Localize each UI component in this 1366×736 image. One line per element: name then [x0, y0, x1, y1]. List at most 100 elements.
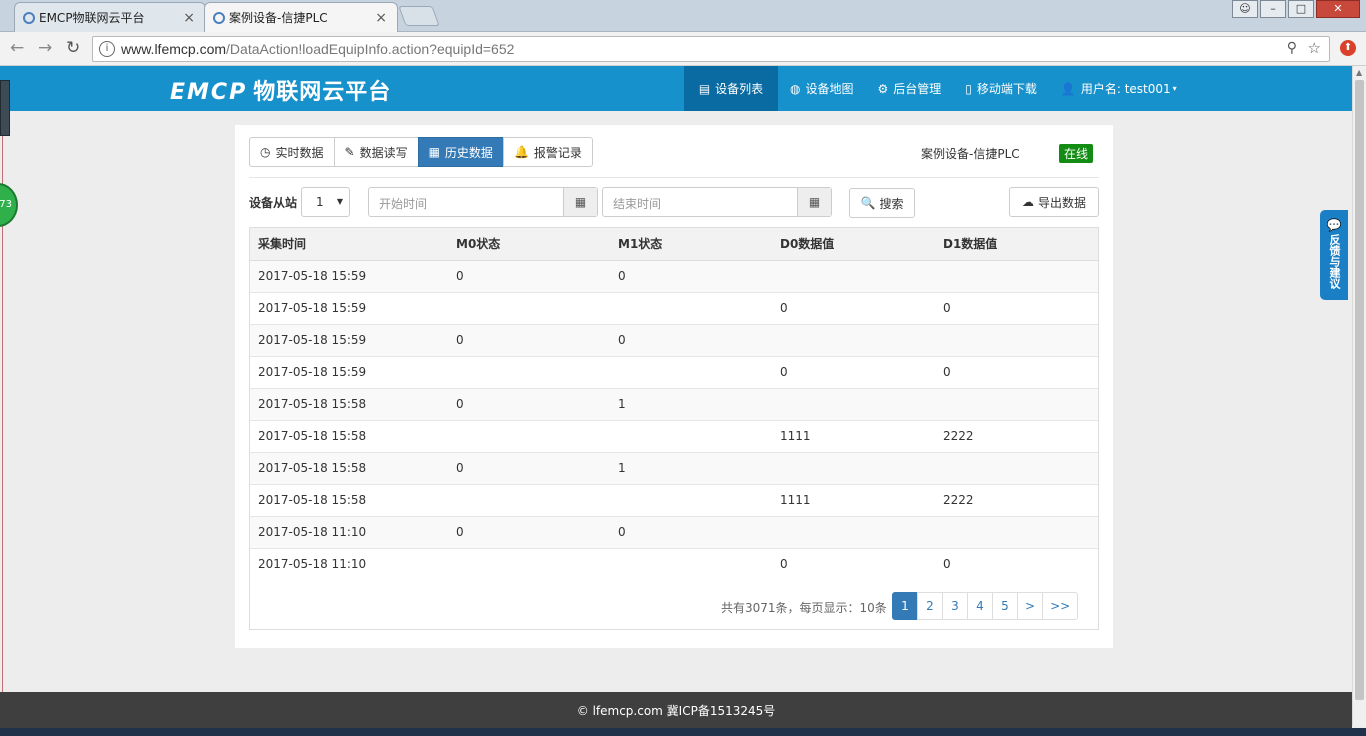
status-badge: 在线 [1059, 144, 1094, 163]
user-icon: 👤 [1060, 81, 1076, 96]
table-cell [772, 451, 935, 484]
table-cell [610, 419, 772, 452]
export-data-button[interactable]: ☁ 导出数据 [1009, 187, 1099, 217]
table-cell: 2222 [935, 419, 1098, 452]
site-footer: © lfemcp.com 冀ICP备1513245号 [0, 692, 1352, 728]
page-link[interactable]: 2 [917, 592, 943, 620]
info-icon[interactable]: i [99, 41, 115, 57]
user-icon[interactable]: ☺ [1232, 0, 1258, 18]
table-cell [935, 515, 1098, 548]
minimize-icon[interactable]: – [1260, 0, 1286, 18]
bell-icon: 🔔 [513, 145, 529, 159]
feedback-button[interactable]: 💬 反馈与建议 [1320, 210, 1348, 300]
browser-tab-strip: EMCP物联网云平台 × 案例设备-信捷PLC × ☺ – □ ✕ [0, 0, 1366, 32]
page-link[interactable]: >> [1042, 592, 1079, 620]
side-toolbar[interactable] [0, 80, 10, 136]
table-cell: 2017-05-18 15:58 [250, 387, 448, 420]
tab-realtime-data[interactable]: ◷ 实时数据 [249, 137, 335, 167]
close-icon[interactable]: × [375, 10, 387, 26]
side-float-badge[interactable]: 73 [0, 183, 18, 227]
browser-tab-emcp[interactable]: EMCP物联网云平台 × [14, 2, 206, 32]
chat-bubble-icon: 💬 [1326, 218, 1342, 232]
scroll-thumb[interactable] [1355, 80, 1364, 700]
zoom-icon[interactable]: ⚲ [1287, 40, 1297, 56]
pagination: 1 2 3 4 5 > >> [892, 592, 1079, 620]
scroll-up-icon[interactable]: ▲ [1356, 68, 1362, 77]
tab-alarm-records[interactable]: 🔔 报警记录 [502, 137, 593, 167]
new-tab-button[interactable] [398, 6, 440, 26]
copyright-icon: © [576, 704, 589, 718]
page-link[interactable]: > [1017, 592, 1044, 620]
table-cell: 1111 [772, 483, 935, 516]
reload-icon[interactable]: ↻ [66, 38, 80, 58]
pagination-summary: 共有3071条，每页显示：10条 [721, 601, 887, 615]
tab-data-readwrite[interactable]: ✎ 数据读写 [333, 137, 419, 167]
url-text: www.lfemcp.com/DataAction!loadEquipInfo.… [121, 41, 515, 57]
tab-history-data[interactable]: ▦ 历史数据 [417, 137, 504, 167]
extension-icon[interactable]: ⬆ [1340, 40, 1356, 56]
table-cell [935, 451, 1098, 484]
url-input[interactable]: i www.lfemcp.com/DataAction!loadEquipInf… [92, 36, 1330, 62]
footer-text: lfemcp.com 冀ICP备1513245号 [592, 704, 776, 718]
close-icon[interactable]: × [183, 10, 195, 26]
main-nav: ▤ 设备列表 ◍ 设备地图 ⚙ 后台管理 ▯ 移动端下载 👤 用户名: test… [684, 66, 1189, 111]
pencil-icon: ✎ [344, 145, 355, 159]
table-row: 2017-05-18 15:58 1111 2222 [250, 419, 1098, 452]
table-cell: 2017-05-18 11:10 [250, 515, 448, 548]
nav-user-menu[interactable]: 👤 用户名: test001 ▾ [1049, 66, 1189, 111]
table-cell: 0 [772, 547, 935, 580]
site-header: EMCP 物联网云平台 ▤ 设备列表 ◍ 设备地图 ⚙ 后台管理 ▯ 移动端下载 … [0, 66, 1352, 111]
caret-down-icon: ▼ [336, 197, 343, 206]
start-time-input[interactable]: 开始时间 ▦ [368, 187, 598, 217]
browser-tab-device[interactable]: 案例设备-信捷PLC × [204, 2, 398, 32]
table-row: 2017-05-18 15:59 0 0 [250, 291, 1098, 324]
window-close-icon[interactable]: ✕ [1316, 0, 1360, 18]
table-cell: 2017-05-18 15:59 [250, 259, 448, 292]
table-cell: 2017-05-18 15:58 [250, 451, 448, 484]
slave-select[interactable]: 1 ▼ [301, 187, 350, 217]
table-cell: 1111 [772, 419, 935, 452]
table-cell [610, 547, 772, 580]
maximize-icon[interactable]: □ [1288, 0, 1314, 18]
slave-label: 设备从站 [249, 196, 298, 210]
table-cell [772, 323, 935, 356]
page-link[interactable]: 5 [992, 592, 1018, 620]
table-cell: 0 [610, 515, 772, 548]
table-cell: 0 [448, 387, 610, 420]
end-time-input[interactable]: 结束时间 ▦ [602, 187, 832, 217]
table-cell: 0 [610, 323, 772, 356]
nav-device-map[interactable]: ◍ 设备地图 [778, 66, 866, 111]
table-cell: 0 [448, 451, 610, 484]
table-cell [448, 291, 610, 324]
table-cell [448, 419, 610, 452]
table-cell [448, 355, 610, 388]
clock-icon: ◷ [260, 145, 271, 159]
nav-admin[interactable]: ⚙ 后台管理 [866, 66, 954, 111]
column-header: D1数据值 [935, 228, 1098, 261]
table-cell: 0 [772, 291, 935, 324]
window-controls: ☺ – □ ✕ [1230, 0, 1360, 18]
cloud-download-icon: ☁ [1021, 195, 1034, 209]
table-cell: 2017-05-18 15:59 [250, 323, 448, 356]
nav-mobile-download[interactable]: ▯ 移动端下载 [953, 66, 1049, 111]
column-header: D0数据值 [772, 228, 935, 261]
calendar-icon[interactable]: ▦ [797, 188, 831, 216]
table-cell [610, 483, 772, 516]
forward-arrow-icon[interactable]: → [38, 38, 52, 58]
calendar-icon[interactable]: ▦ [563, 188, 597, 216]
search-button[interactable]: 🔍 搜索 [849, 188, 915, 218]
table-cell [935, 259, 1098, 292]
page-link[interactable]: 4 [967, 592, 993, 620]
table-cell: 0 [448, 515, 610, 548]
table-cell: 2222 [935, 483, 1098, 516]
table-cell [935, 323, 1098, 356]
page-scrollbar[interactable]: ▲ [1352, 66, 1366, 726]
page-link[interactable]: 1 [892, 592, 918, 620]
column-header: M0状态 [448, 228, 610, 261]
site-logo[interactable]: EMCP 物联网云平台 [170, 74, 391, 106]
bookmark-star-icon[interactable]: ☆ [1308, 39, 1321, 57]
back-arrow-icon[interactable]: ← [10, 38, 24, 58]
site-favicon-icon [213, 12, 225, 24]
nav-device-list[interactable]: ▤ 设备列表 [684, 66, 778, 111]
page-link[interactable]: 3 [942, 592, 968, 620]
